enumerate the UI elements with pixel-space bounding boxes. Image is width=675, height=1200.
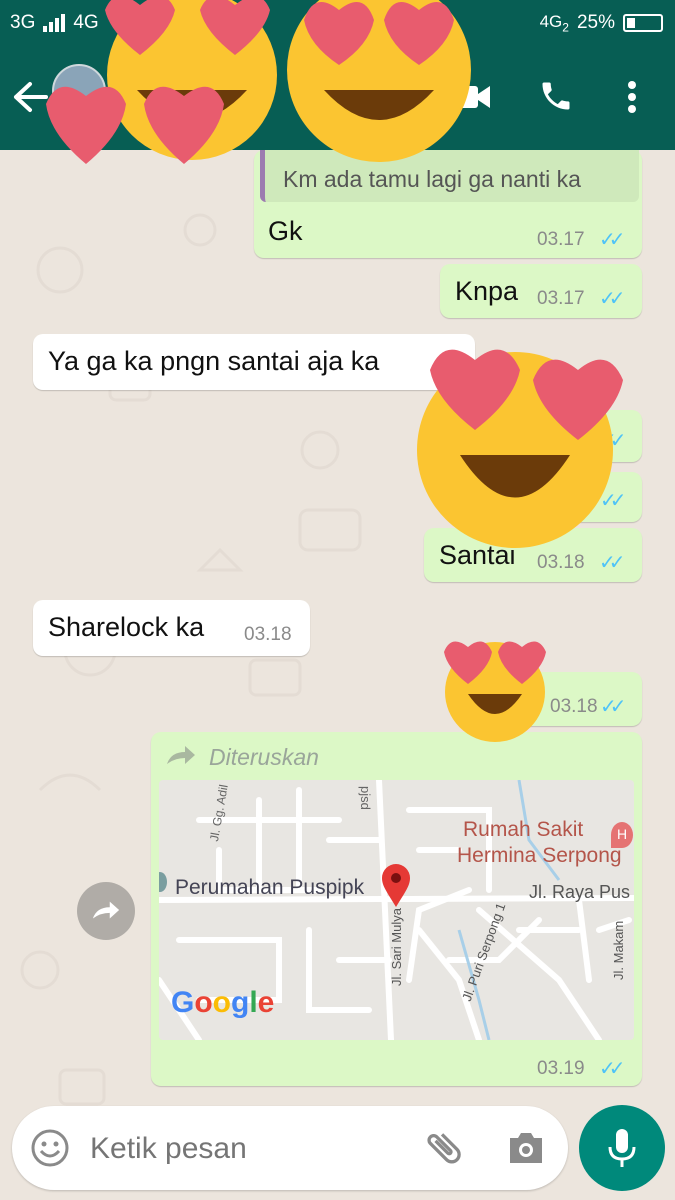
map-label-road-raya: Jl. Raya Pus [529, 882, 631, 902]
network-type-3: 4G2 [539, 12, 569, 35]
forward-button[interactable] [77, 882, 135, 940]
read-ticks-icon: ✓✓ [599, 288, 625, 310]
message-input-bar[interactable] [12, 1106, 568, 1190]
map-label-housing: Perumahan Puspipk [175, 876, 365, 899]
emoji-icon[interactable] [30, 1128, 70, 1168]
message-input[interactable] [88, 1126, 412, 1172]
voice-message-button[interactable] [579, 1105, 665, 1191]
message-time: 03.18 [537, 552, 585, 573]
message-bubble-out[interactable]: Knpa 03.17 ✓✓ [440, 264, 642, 318]
heart-eyes-emoji-sticker [444, 641, 546, 742]
hospital-icon: H [611, 822, 633, 848]
location-pin-icon [382, 864, 410, 907]
google-logo: Google [171, 986, 275, 1019]
location-message-bubble[interactable]: Diteruskan Jl. Gg. Adil pjsd Rumah Sakit… [151, 732, 642, 1086]
message-time: 03.17 [537, 229, 585, 250]
message-time: 03.18 [244, 624, 292, 645]
message-time: 03.18 [550, 696, 598, 717]
heart-icon [46, 86, 126, 164]
read-ticks-icon: ✓✓ [599, 229, 625, 251]
map-label-road-pjsd: pjsd [358, 786, 373, 810]
signal-icon [43, 14, 66, 32]
heart-icon [105, 0, 175, 55]
network-type: 3G [10, 12, 36, 33]
message-time: 03.19 [537, 1058, 585, 1079]
map-preview[interactable]: Jl. Gg. Adil pjsd Rumah Sakit Hermina Se… [159, 780, 634, 1040]
microphone-icon [608, 1129, 636, 1167]
map-label-road-makam: Jl. Makam [611, 920, 626, 980]
quoted-text: Km ada tamu lagi ga nanti ka [283, 166, 581, 192]
map-label-hospital-2: Hermina Serpong [457, 844, 622, 867]
message-text: Sharelock ka [48, 612, 205, 642]
more-options-icon[interactable] [626, 80, 638, 114]
message-text: Ya ga ka pngn santai aja ka [48, 346, 380, 376]
message-bubble-in[interactable]: Ya ga ka pngn santai aja ka [33, 334, 475, 390]
attachment-icon[interactable] [422, 1126, 466, 1170]
message-bubble-in[interactable]: Sharelock ka 03.18 [33, 600, 310, 656]
heart-icon [144, 86, 224, 164]
camera-icon[interactable] [506, 1130, 546, 1166]
heart-eyes-emoji-sticker [287, 0, 471, 162]
heart-eyes-emoji-sticker [417, 349, 623, 548]
share-icon [92, 901, 120, 919]
read-ticks-icon: ✓✓ [600, 696, 626, 718]
battery-icon [623, 14, 663, 33]
forward-arrow-icon [167, 746, 195, 764]
forwarded-label: Diteruskan [209, 744, 319, 770]
map-label-hospital: Rumah Sakit [463, 818, 584, 841]
message-time: 03.17 [537, 288, 585, 309]
battery-percent: 25% [576, 12, 615, 34]
map-label-road-sari-mulya: Jl. Sari Mulya [389, 908, 404, 987]
heart-icon [200, 0, 270, 55]
message-text: Gk [268, 216, 303, 246]
read-ticks-icon: ✓✓ [599, 1058, 625, 1080]
read-ticks-icon: ✓✓ [599, 552, 625, 574]
chat-area: Km ada tamu lagi ga nanti ka Gk 03.17 ✓✓… [0, 150, 675, 1200]
message-text: Knpa [455, 276, 519, 306]
network-type-2: 4G [73, 12, 99, 33]
phone-icon[interactable] [538, 78, 574, 114]
